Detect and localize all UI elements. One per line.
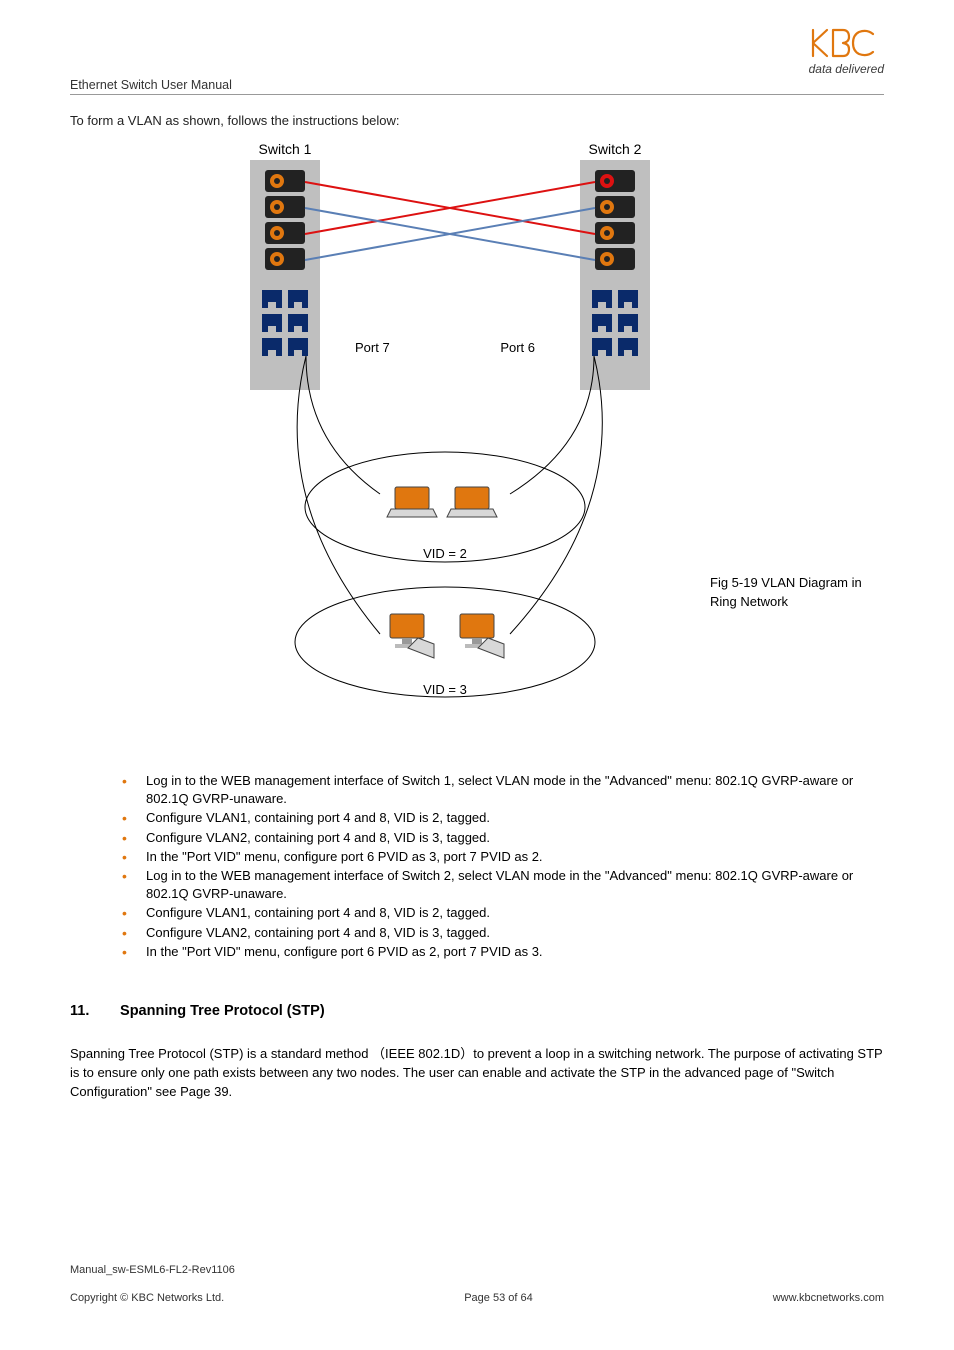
port6-label: Port 6: [500, 340, 535, 355]
list-item: Configure VLAN2, containing port 4 and 8…: [122, 924, 884, 942]
section-number: 11.: [70, 1003, 116, 1019]
list-item: Log in to the WEB management interface o…: [122, 867, 884, 903]
list-item: Configure VLAN1, containing port 4 and 8…: [122, 809, 884, 827]
intro-text: To form a VLAN as shown, follows the ins…: [70, 113, 884, 128]
footer-copyright: Copyright © KBC Networks Ltd.: [70, 1292, 224, 1304]
figure-caption-line1: Fig 5-19 VLAN Diagram in: [710, 575, 862, 590]
list-item: In the "Port VID" menu, configure port 6…: [122, 943, 884, 961]
brand-logo: data delivered: [809, 26, 884, 76]
header-rule: [70, 94, 884, 95]
switch2-label: Switch 2: [589, 142, 642, 157]
steps-list: Log in to the WEB management interface o…: [122, 772, 884, 961]
figure-caption-line2: Ring Network: [710, 594, 788, 609]
list-item: In the "Port VID" menu, configure port 6…: [122, 848, 884, 866]
vid2-label: VID = 2: [423, 546, 467, 561]
switch1-label: Switch 1: [259, 142, 312, 157]
section-body: Spanning Tree Protocol (STP) is a standa…: [70, 1045, 884, 1102]
section-heading: 11. Spanning Tree Protocol (STP): [70, 1003, 884, 1019]
vlan-diagram: Switch 1: [210, 142, 690, 712]
list-item: Log in to the WEB management interface o…: [122, 772, 884, 808]
port7-label: Port 7: [355, 340, 390, 355]
doc-header-title: Ethernet Switch User Manual: [70, 78, 884, 92]
logo-subtitle: data delivered: [809, 62, 884, 76]
section-title: Spanning Tree Protocol (STP): [120, 1003, 325, 1019]
vid3-label: VID = 3: [423, 682, 467, 697]
footer-page: Page 53 of 64: [464, 1292, 533, 1304]
figure-wrap: Switch 1: [70, 142, 884, 732]
list-item: Configure VLAN1, containing port 4 and 8…: [122, 904, 884, 922]
page-footer: Manual_sw-ESML6-FL2-Rev1106 Copyright © …: [70, 1264, 884, 1304]
figure-caption: Fig 5-19 VLAN Diagram in Ring Network: [710, 574, 950, 612]
footer-rev: Manual_sw-ESML6-FL2-Rev1106: [70, 1264, 884, 1276]
list-item: Configure VLAN2, containing port 4 and 8…: [122, 829, 884, 847]
footer-url: www.kbcnetworks.com: [773, 1292, 884, 1304]
